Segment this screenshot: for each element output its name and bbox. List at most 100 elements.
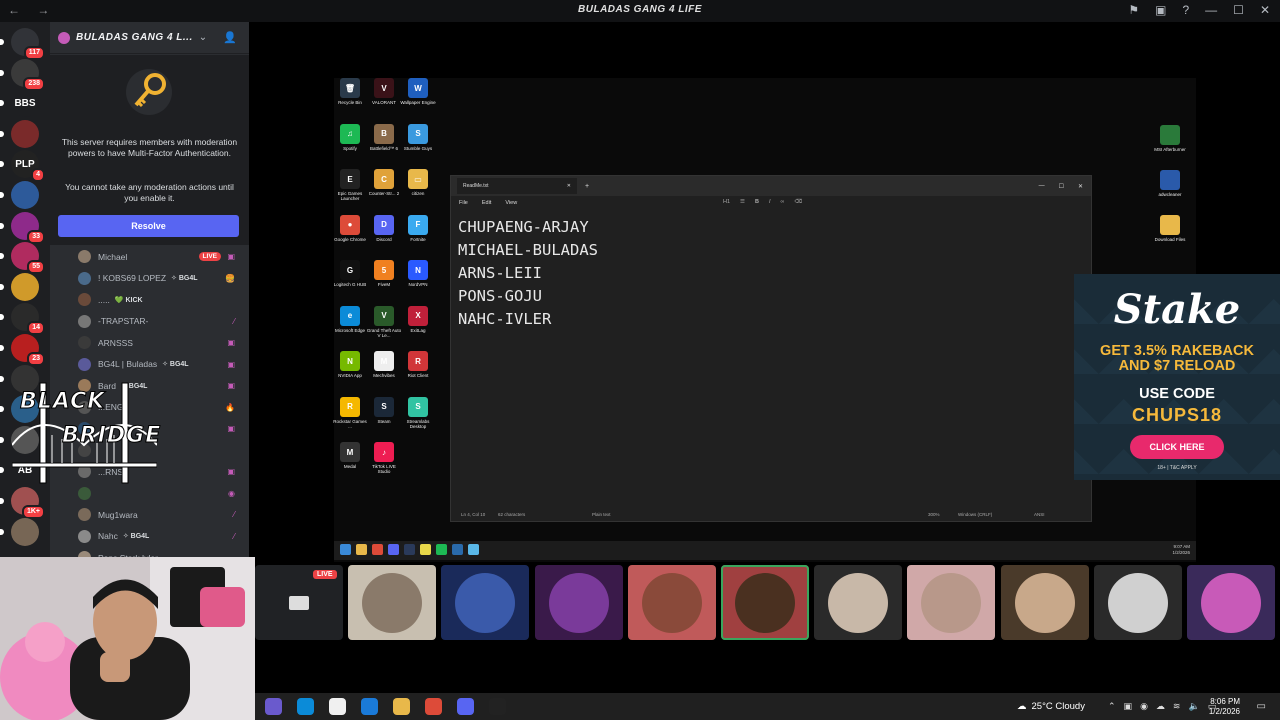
member-row[interactable]: -TRAPSTAR- ⁄ [50,311,249,333]
participant-tile[interactable] [348,565,437,640]
tab-readme[interactable]: ReadMe.txt ✕ [457,178,577,194]
member-row[interactable]: Michael LIVE ▣ [50,246,249,268]
server-icon-4[interactable]: PLP 4 [0,150,45,183]
outlook-icon[interactable] [361,698,378,715]
server-icon-8[interactable] [0,272,39,301]
taskbar-apps [265,698,506,715]
member-row[interactable]: Pons Stark Ivler [50,547,249,557]
help-icon[interactable]: ? [1182,3,1189,17]
unread-indicator [0,253,4,260]
desktop-shortcut: F Fortnite [400,214,436,242]
unread-indicator [0,100,4,107]
tray-app-icon[interactable]: ▣ [1124,701,1133,712]
desktop-shortcut: S Steam [366,396,402,424]
participant-avatar [1107,572,1168,633]
spotify-icon [436,544,447,555]
invite-people-icon[interactable]: 👤 [223,31,237,44]
server-icon-7[interactable]: 55 [0,242,45,275]
minimize-button[interactable]: — [1039,183,1045,190]
discord-icon[interactable] [457,698,474,715]
obs-icon[interactable] [489,698,506,715]
italic-icon[interactable]: I [769,199,771,205]
server-icon-10[interactable]: 23 [0,334,45,366]
bold-icon[interactable]: B [755,199,759,205]
participant-tile[interactable] [627,565,716,640]
unread-indicator [0,130,4,137]
link-icon[interactable]: ∞ [780,199,784,205]
tray-app-icon[interactable]: ◉ [1140,701,1148,712]
maximize-button[interactable]: ☐ [1059,183,1064,190]
server-icon-15[interactable]: 1K+ [0,487,45,519]
server-icon-16[interactable] [0,517,39,546]
avatar [78,314,91,328]
store-icon[interactable] [329,698,346,715]
unread-indicator [0,406,4,413]
tray-app-icon[interactable]: ☁ [1156,701,1165,712]
tab-title: ReadMe.txt [463,183,489,189]
member-row[interactable]: Nahc ✧ BG4L ⁄ [50,526,249,548]
new-tab-icon[interactable]: + [585,183,589,190]
server-icon-9[interactable]: 14 [0,303,45,336]
menu-file[interactable]: File [459,200,468,206]
maximize-button[interactable]: ☐ [1233,3,1244,17]
close-tab-icon[interactable]: ✕ [567,183,571,189]
member-row[interactable]: BG4L | Buladas ✧ BG4L ▣ [50,354,249,376]
participant-tile[interactable] [814,565,903,640]
edge-icon[interactable] [297,698,314,715]
list-icon[interactable]: ☰ [740,199,745,205]
screen-icon[interactable]: ▣ [1155,3,1166,17]
clear-format-icon[interactable]: ⌫ [794,199,802,205]
copilot-icon[interactable] [265,698,282,715]
menu-view[interactable]: View [505,200,517,206]
activity-icon: ▣ [227,338,235,348]
server-icon-6[interactable]: 33 [0,211,45,244]
shortcut-label: Download Files [1154,237,1186,242]
member-row[interactable]: ! KOBS69 LOPEZ ✧ BG4L 🍔 [50,268,249,290]
app-icon [420,544,431,555]
participant-tile[interactable] [1000,565,1089,640]
resolve-button[interactable]: Resolve [58,215,239,237]
notification-icon[interactable]: ▭ [1257,701,1266,712]
member-name: Michael [98,251,128,262]
app-icon: 5 [374,260,394,280]
participant-tile[interactable] [534,565,623,640]
stake-ad: Stake GET 3.5% RAKEBACK AND $7 RELOAD US… [1074,274,1280,480]
activity-icon: ⁄ [233,316,235,326]
notepad-content[interactable]: CHUPAENG-ARJAY MICHAEL-BULADAS ARNS-LEII PO… [458,216,598,331]
close-button[interactable]: ✕ [1260,3,1270,17]
volume-icon[interactable]: 🔈 [1188,701,1199,712]
desktop-shortcut: N NVIDIA App [332,351,368,378]
clock-date: 1/2/2026 [1208,707,1240,716]
member-row[interactable]: ARNSSS ▣ [50,332,249,354]
chrome-icon[interactable] [425,698,442,715]
server-icon-1[interactable]: 238 [0,58,45,91]
participant-tile[interactable] [907,565,996,640]
heading-dropdown[interactable]: H1 [723,199,730,205]
inbox-icon[interactable]: ⚑ [1128,3,1139,17]
server-name: BULADAS GANG 4 L... [76,32,193,43]
member-row[interactable]: ..... 💚 KICK [50,289,249,311]
server-icon-3[interactable] [0,119,39,148]
desktop-shortcut: N NordVPN [400,260,436,287]
participant-tile[interactable] [1187,565,1275,640]
taskbar-clock[interactable]: 8:06 PM 1/2/2026 [1209,697,1240,717]
weather-widget[interactable]: ☁ 25°C Cloudy [1017,701,1085,712]
menu-edit[interactable]: Edit [482,200,491,206]
minimize-button[interactable]: — [1205,3,1217,17]
desktop-shortcut: X ExitLag [400,305,436,333]
participant-tile[interactable] [1093,565,1182,640]
participant-tile[interactable] [721,565,809,640]
wifi-icon[interactable]: ≋ [1173,701,1181,712]
member-row[interactable]: Mug1wara ⁄ [50,504,249,526]
chevron-up-icon[interactable]: ⌃ [1108,701,1116,712]
app-icon: N [340,351,360,371]
folder-icon[interactable] [393,698,410,715]
participant-tile[interactable] [441,565,530,640]
close-button[interactable]: ✕ [1078,183,1083,190]
server-icon-0[interactable]: 117 [0,28,45,60]
server-icon-5[interactable] [0,181,39,209]
server-icon-2[interactable]: BBS [0,89,39,118]
participant-avatar [1201,572,1261,633]
member-name: Nahc [98,531,118,542]
server-header[interactable]: BULADAS GANG 4 L... ⌄ 👤 [50,22,249,54]
